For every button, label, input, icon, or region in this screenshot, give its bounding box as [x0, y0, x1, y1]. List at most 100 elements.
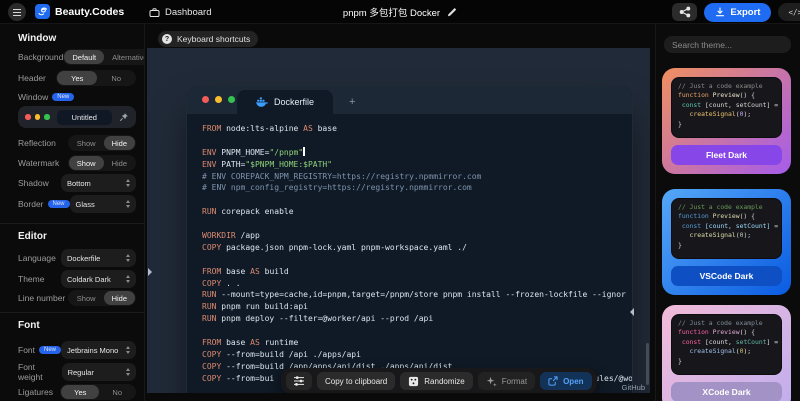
border-select[interactable]: Glass: [70, 195, 136, 213]
reflection-option-show[interactable]: Show: [69, 136, 104, 150]
collapse-left-panel-handle[interactable]: [148, 268, 152, 276]
adjustments-button[interactable]: [286, 372, 312, 390]
font-weight-select-value: Regular: [68, 368, 94, 377]
setting-row-font: Font New Jetbrains Mono: [18, 341, 136, 359]
theme-card-fleet-dark[interactable]: // Just a code examplefunction Preview()…: [662, 68, 791, 174]
keyboard-shortcuts-button[interactable]: ? Keyboard shortcuts: [158, 31, 258, 47]
header-option-no[interactable]: No: [97, 71, 135, 85]
setting-row-font-weight: Font weight Regular: [18, 363, 136, 381]
watermark-option-hide[interactable]: Hide: [104, 156, 135, 170]
code-window[interactable]: Dockerfile + FROM node:lts-alpine AS bas…: [186, 85, 633, 393]
setting-label: Theme: [18, 274, 44, 284]
setting-label: Header: [18, 73, 46, 83]
window-name-input[interactable]: Untitled: [57, 110, 113, 125]
border-select-value: Glass: [76, 200, 95, 209]
setting-row-line-number: Line number Show Hide: [18, 290, 136, 306]
theme-apply-button[interactable]: VSCode Dark: [671, 266, 782, 286]
theme-preview-code: // Just a code examplefunction Preview()…: [671, 198, 782, 259]
code-snippet-badge[interactable]: </>: [778, 3, 800, 21]
hamburger-icon: [13, 9, 21, 16]
setting-label: Shadow: [18, 178, 49, 188]
canvas-scrollbar[interactable]: [646, 343, 649, 385]
watermark-option-show[interactable]: Show: [69, 156, 104, 170]
download-icon: [715, 7, 725, 17]
ligatures-option-no[interactable]: No: [99, 385, 135, 399]
new-badge: New: [48, 200, 70, 208]
brand-name: Beauty.Codes: [55, 6, 124, 18]
theme-apply-button[interactable]: XCode Dark: [671, 382, 782, 401]
traffic-lights-icon: [202, 96, 235, 103]
edit-title-icon[interactable]: [447, 7, 457, 17]
reflection-segmented-control: Show Hide: [68, 135, 136, 151]
randomize-button[interactable]: Randomize: [400, 372, 472, 390]
document-title: pnpm 多包打包 Docker: [343, 5, 440, 19]
pin-icon[interactable]: [119, 112, 129, 122]
canvas-area: ? Keyboard shortcuts Dockerfile + FROM n…: [145, 24, 655, 401]
theme-apply-button[interactable]: Fleet Dark: [671, 145, 782, 165]
font-select[interactable]: Jetbrains Mono: [61, 341, 136, 359]
theme-select[interactable]: Coldark Dark: [61, 270, 136, 288]
setting-row-shadow: Shadow Bottom: [18, 174, 136, 192]
open-button-label: Open: [563, 377, 583, 386]
new-badge: New: [39, 346, 61, 354]
hamburger-menu-button[interactable]: [8, 3, 26, 21]
canvas-toolbar: Copy to clipboard Randomize Format Open: [281, 368, 597, 393]
topbar-actions: Export </>: [672, 0, 800, 24]
window-title-control[interactable]: Untitled: [18, 106, 136, 128]
brand-logo-icon[interactable]: [35, 4, 50, 19]
setting-label: Line number: [18, 293, 65, 303]
theme-card-vscode-dark[interactable]: // Just a code examplefunction Preview()…: [662, 189, 791, 295]
shadow-select[interactable]: Bottom: [61, 174, 136, 192]
reflection-option-hide[interactable]: Hide: [104, 136, 135, 150]
sidebar-divider: [0, 223, 144, 224]
setting-row-background: Background Default Alternative: [18, 49, 136, 65]
setting-row-window-label: Window New: [18, 91, 136, 103]
theme-select-value: Coldark Dark: [67, 275, 111, 284]
ligatures-option-yes[interactable]: Yes: [61, 385, 99, 399]
setting-row-ligatures: Ligatures Yes No: [18, 384, 136, 400]
setting-label: Watermark: [18, 158, 59, 168]
new-badge: New: [52, 93, 74, 101]
github-watermark: GitHub: [622, 383, 645, 392]
setting-label: Ligatures: [18, 387, 53, 397]
chevron-updown-icon: [126, 346, 130, 354]
themes-sidebar: // Just a code examplefunction Preview()…: [655, 24, 800, 401]
line-number-segmented-control: Show Hide: [68, 290, 136, 306]
shadow-select-value: Bottom: [67, 179, 91, 188]
window-resize-handle[interactable]: [630, 308, 634, 316]
question-icon: ?: [162, 34, 172, 44]
language-select[interactable]: Dockerfile: [61, 249, 136, 267]
code-editor[interactable]: FROM node:lts-alpine AS base ENV PNPM_HO…: [187, 114, 632, 385]
top-bar: Beauty.Codes Dashboard pnpm 多包打包 Docker …: [0, 0, 800, 24]
share-button[interactable]: [672, 3, 697, 21]
copy-to-clipboard-button[interactable]: Copy to clipboard: [317, 372, 395, 390]
watermark-segmented-control: Show Hide: [68, 155, 136, 171]
nav-dashboard[interactable]: Dashboard: [149, 0, 211, 24]
background-option-default[interactable]: Default: [64, 50, 104, 64]
open-button[interactable]: Open: [540, 372, 591, 390]
theme-search-input[interactable]: [664, 36, 791, 53]
screenshot-preview: Dockerfile + FROM node:lts-alpine AS bas…: [147, 48, 650, 393]
beauty-codes-app: Beauty.Codes Dashboard pnpm 多包打包 Docker …: [0, 0, 800, 401]
font-weight-select[interactable]: Regular: [62, 363, 136, 381]
background-option-alternative[interactable]: Alternative: [104, 50, 145, 64]
tab-dockerfile[interactable]: Dockerfile: [237, 90, 333, 114]
docker-whale-icon: [256, 97, 268, 107]
format-button[interactable]: Format: [478, 372, 535, 390]
setting-row-watermark: Watermark Show Hide: [18, 155, 136, 171]
format-button-label: Format: [502, 377, 527, 386]
line-number-option-hide[interactable]: Hide: [104, 291, 135, 305]
header-option-yes[interactable]: Yes: [57, 71, 97, 85]
export-button[interactable]: Export: [704, 3, 771, 22]
section-title-editor: Editor: [18, 231, 47, 242]
setting-label: Font New: [18, 345, 61, 355]
setting-label: Background: [18, 52, 63, 62]
randomize-button-label: Randomize: [424, 377, 464, 386]
line-number-option-show[interactable]: Show: [69, 291, 104, 305]
setting-label: Font weight: [18, 362, 62, 382]
theme-name-label: VSCode Dark: [700, 271, 754, 281]
theme-card-xcode-dark[interactable]: // Just a code examplefunction Preview()…: [662, 305, 791, 401]
theme-preview-code: // Just a code examplefunction Preview()…: [671, 314, 782, 375]
code-window-header: Dockerfile +: [187, 86, 632, 114]
new-tab-button[interactable]: +: [349, 90, 355, 114]
